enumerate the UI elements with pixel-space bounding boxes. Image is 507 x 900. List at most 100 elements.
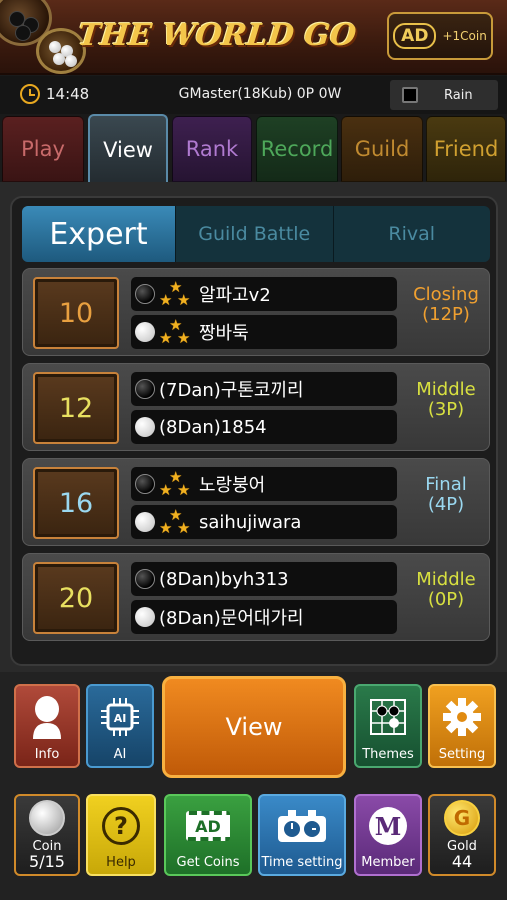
tab-record[interactable]: Record xyxy=(256,116,338,182)
white-stone-icon xyxy=(135,512,155,532)
tab-play[interactable]: Play xyxy=(2,116,84,182)
black-player-name: 알파고v2 xyxy=(199,285,271,306)
view-button[interactable]: View xyxy=(162,676,346,778)
viewer-points: (3P) xyxy=(427,399,465,420)
move-count: 12 xyxy=(33,372,119,444)
rain-label: Rain xyxy=(444,87,473,103)
member-button[interactable]: M Member xyxy=(354,794,422,876)
black-player-name: (7Dan)구톤코끼리 xyxy=(159,380,304,401)
white-player: (8Dan)문어대가리 xyxy=(131,600,397,634)
main-tabs: Play View Rank Record Guild Friend xyxy=(0,114,507,184)
themes-button[interactable]: Themes xyxy=(354,684,422,768)
white-stone-icon xyxy=(135,607,155,627)
member-badge-icon: M xyxy=(369,796,407,856)
svg-text:AI: AI xyxy=(114,712,127,725)
view-subtabs: Expert Guild Battle Rival xyxy=(22,206,490,262)
tab-view[interactable]: View xyxy=(88,114,168,184)
black-player: ★ ★ ★ 알파고v2 xyxy=(131,277,397,311)
game-stage: Middle xyxy=(416,379,476,400)
coin-button[interactable]: Coin 5/15 xyxy=(14,794,80,876)
app-header: THE WORLD GO AD +1Coin xyxy=(0,0,507,75)
viewer-points: (4P) xyxy=(427,494,465,515)
viewer-points: (0P) xyxy=(427,589,465,610)
game-status: Middle (3P) xyxy=(403,380,489,420)
gear-icon xyxy=(441,686,483,748)
ad-reward-label: +1Coin xyxy=(442,29,487,43)
black-stone-icon xyxy=(135,474,155,494)
rank-stars-icon: ★ ★ ★ xyxy=(159,278,191,309)
gold-count: 44 xyxy=(451,852,473,871)
help-button[interactable]: ? Help xyxy=(86,794,156,876)
get-coins-button[interactable]: AD Get Coins xyxy=(164,794,252,876)
info-label: Info xyxy=(34,747,60,762)
game-row[interactable]: 16 ★ ★ ★ 노랑붕어 ★ ★ ★ saihujiwara Final (4P) xyxy=(22,458,490,546)
go-board-icon xyxy=(368,686,408,748)
themes-label: Themes xyxy=(362,747,414,762)
time-setting-button[interactable]: Time setting xyxy=(258,794,346,876)
info-button[interactable]: Info xyxy=(14,684,80,768)
white-player: (8Dan)1854 xyxy=(131,410,397,444)
white-player: ★ ★ ★ 짱바둑 xyxy=(131,315,397,349)
subtab-expert[interactable]: Expert xyxy=(22,206,176,262)
game-status: Closing (12P) xyxy=(403,285,489,325)
coin-icon xyxy=(29,796,65,840)
tab-friend[interactable]: Friend xyxy=(426,116,506,182)
game-row[interactable]: 10 ★ ★ ★ 알파고v2 ★ ★ ★ 짱바둑 Closing (12P) xyxy=(22,268,490,356)
member-label: Member xyxy=(361,855,415,870)
get-coins-label: Get Coins xyxy=(176,855,240,870)
white-player-name: saihujiwara xyxy=(199,511,302,533)
setting-button[interactable]: Setting xyxy=(428,684,496,768)
black-stone-icon xyxy=(135,284,155,304)
white-player-name: 짱바둑 xyxy=(199,323,249,344)
black-player: ★ ★ ★ 노랑붕어 xyxy=(131,467,397,501)
setting-label: Setting xyxy=(438,747,486,762)
view-button-label: View xyxy=(225,713,283,741)
help-label: Help xyxy=(106,855,136,870)
gold-coin-icon: G xyxy=(444,796,480,840)
rank-stars-icon: ★ ★ ★ xyxy=(159,468,191,499)
person-icon xyxy=(30,686,64,748)
move-count: 20 xyxy=(33,562,119,634)
game-status: Final (4P) xyxy=(403,475,489,515)
black-stone-icon xyxy=(135,379,155,399)
watch-ad-button[interactable]: AD +1Coin xyxy=(387,12,493,60)
game-stage: Middle xyxy=(416,569,476,590)
black-player: (8Dan)byh313 xyxy=(131,562,397,596)
game-row[interactable]: 12 (7Dan)구톤코끼리 (8Dan)1854 Middle (3P) xyxy=(22,363,490,451)
rain-toggle[interactable]: Rain xyxy=(390,80,498,110)
rain-checkbox[interactable] xyxy=(402,87,418,103)
white-stone-icon xyxy=(135,417,155,437)
black-player-name: (8Dan)byh313 xyxy=(159,568,289,590)
ai-button[interactable]: AI AI xyxy=(86,684,154,768)
white-player-name: (8Dan)1854 xyxy=(159,416,267,438)
white-player: ★ ★ ★ saihujiwara xyxy=(131,505,397,539)
rank-stars-icon: ★ ★ ★ xyxy=(159,506,191,537)
white-player-name: (8Dan)문어대가리 xyxy=(159,608,304,629)
move-count: 16 xyxy=(33,467,119,539)
ad-icon: AD xyxy=(393,23,437,49)
coin-count: 5/15 xyxy=(29,852,65,871)
gold-button[interactable]: G Gold 44 xyxy=(428,794,496,876)
game-row[interactable]: 20 (8Dan)byh313 (8Dan)문어대가리 Middle (0P) xyxy=(22,553,490,641)
game-status: Middle (0P) xyxy=(403,570,489,610)
question-icon: ? xyxy=(102,796,140,856)
black-stone-icon xyxy=(135,569,155,589)
game-clock-icon xyxy=(276,796,328,856)
time-setting-label: Time setting xyxy=(261,855,343,870)
ai-chip-icon: AI xyxy=(98,686,142,748)
tab-guild[interactable]: Guild xyxy=(341,116,423,182)
alarm-clock-icon xyxy=(20,84,40,104)
tab-rank[interactable]: Rank xyxy=(172,116,252,182)
subtab-rival[interactable]: Rival xyxy=(334,206,491,262)
status-bar: 14:48 GMaster(18Kub) 0P 0W Rain xyxy=(0,76,507,114)
ad-film-icon: AD xyxy=(186,796,230,856)
app-logo-title: THE WORLD GO xyxy=(76,18,358,53)
current-time: 14:48 xyxy=(46,85,90,103)
move-count: 10 xyxy=(33,277,119,349)
black-player: (7Dan)구톤코끼리 xyxy=(131,372,397,406)
white-stone-icon xyxy=(135,322,155,342)
black-player-name: 노랑붕어 xyxy=(199,475,266,496)
viewer-points: (12P) xyxy=(422,304,470,325)
game-list-panel: Expert Guild Battle Rival 10 ★ ★ ★ 알파고v2 ★ ★ ★ 짱… xyxy=(10,196,498,666)
subtab-guild-battle[interactable]: Guild Battle xyxy=(176,206,334,262)
